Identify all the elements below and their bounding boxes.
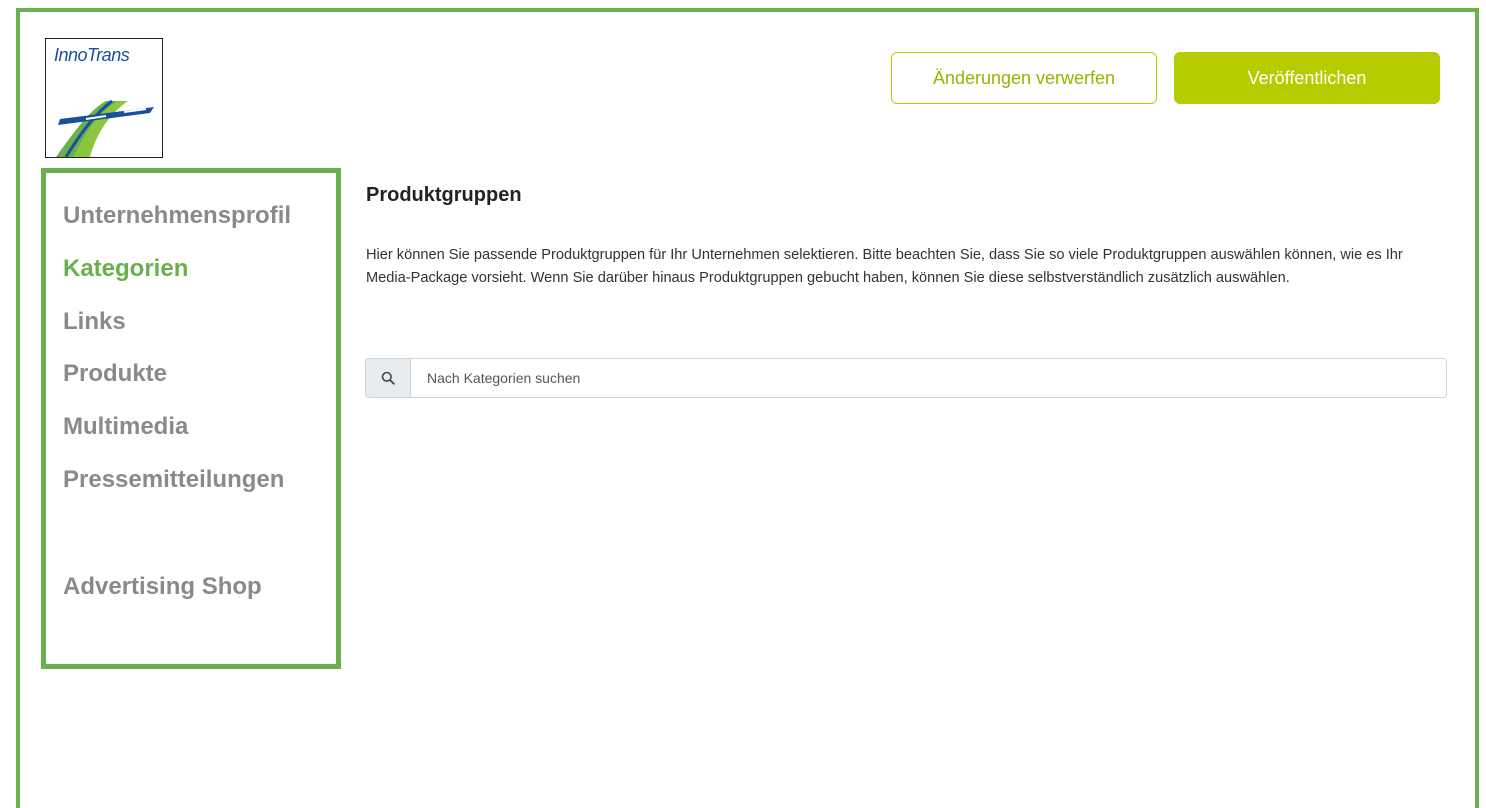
search-input[interactable] <box>410 358 1447 398</box>
search-icon[interactable] <box>365 358 410 398</box>
category-search <box>365 358 1447 398</box>
sidebar-item-unternehmensprofil[interactable]: Unternehmensprofil <box>63 202 291 230</box>
sidebar-nav: Unternehmensprofil Kategorien Links Prod… <box>41 168 341 669</box>
sidebar-item-pressemitteilungen[interactable]: Pressemitteilungen <box>63 466 284 494</box>
page-title: Produktgruppen <box>366 184 522 206</box>
innotrans-logo[interactable]: InnoTrans <box>45 38 163 158</box>
discard-changes-button[interactable]: Änderungen verwerfen <box>891 52 1157 104</box>
logo-wordmark: InnoTrans <box>54 45 130 65</box>
sidebar-item-multimedia[interactable]: Multimedia <box>63 413 188 441</box>
sidebar-item-links[interactable]: Links <box>63 308 126 336</box>
sidebar-item-advertising-shop[interactable]: Advertising Shop <box>63 573 262 601</box>
publish-button[interactable]: Veröffentlichen <box>1174 52 1440 104</box>
sidebar-item-kategorien[interactable]: Kategorien <box>63 255 188 283</box>
page-description: Hier können Sie passende Produktgruppen … <box>366 247 1403 286</box>
sidebar-item-produkte[interactable]: Produkte <box>63 360 167 388</box>
